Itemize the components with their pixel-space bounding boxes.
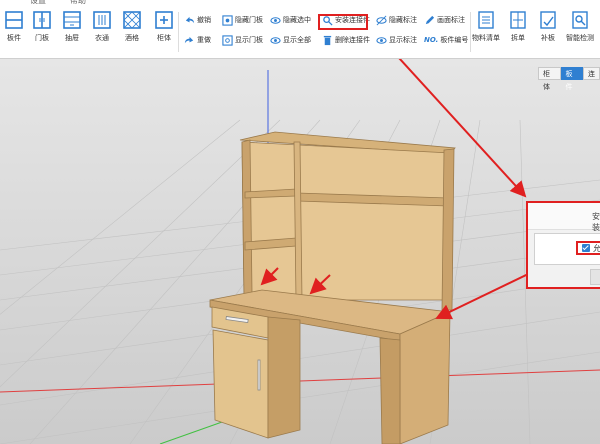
panel-tool-button[interactable]: 板件	[0, 8, 28, 52]
hide-door-label: 隐藏门板	[235, 16, 263, 24]
wardrobe-rail-tool-button[interactable]: 衣通	[88, 8, 116, 52]
show-all-button[interactable]: 显示全部	[270, 33, 311, 47]
wine-rack-tool-button[interactable]: 酒格	[118, 8, 146, 52]
redo-icon	[184, 36, 194, 43]
viewport-3d[interactable]	[0, 0, 600, 444]
add-cabinet-icon	[155, 11, 173, 29]
show-dimension-icon	[376, 36, 387, 44]
install-connector-highlight	[318, 14, 368, 30]
drawer-label: 抽屉	[65, 34, 79, 42]
view-mode-tabs: 柜体 板件 连	[538, 67, 600, 91]
door-panel-tool-button[interactable]: 门板	[28, 8, 56, 52]
toolbar-divider	[470, 12, 471, 52]
hide-dimension-icon	[376, 15, 387, 25]
show-door-button[interactable]: 显示门板	[222, 33, 263, 47]
smart-check-button[interactable]: 智能检测	[566, 8, 594, 52]
wardrobe-rail-icon	[93, 11, 111, 29]
wine-rack-icon	[123, 11, 141, 29]
patch-panel-icon	[540, 11, 556, 29]
number-icon: NO.	[424, 36, 439, 44]
split-order-label: 拆单	[511, 34, 525, 42]
trash-icon	[323, 35, 332, 45]
wardrobe-rail-label: 衣通	[95, 34, 109, 42]
checkbox-checked-icon	[582, 244, 590, 252]
patch-panel-label: 补板	[541, 34, 555, 42]
hide-door-icon	[222, 14, 233, 26]
toolbar-divider	[178, 12, 179, 52]
drawer-icon	[63, 11, 81, 29]
hide-dimension-button[interactable]: 隐藏标注	[376, 13, 417, 27]
tab-connector[interactable]: 连	[583, 67, 600, 80]
split-order-button[interactable]: 拆单	[504, 8, 532, 52]
undo-label: 撤销	[197, 16, 211, 24]
add-cabinet-label: 柜体	[157, 34, 171, 42]
panel-number-label: 板件编号	[440, 36, 469, 44]
show-all-label: 显示全部	[283, 36, 311, 44]
eye-icon	[270, 36, 281, 44]
door-panel-icon	[33, 11, 51, 29]
wine-rack-label: 酒格	[125, 34, 139, 42]
door-panel-label: 门板	[35, 34, 49, 42]
delete-connector-button[interactable]: 删除连接件	[322, 33, 370, 47]
delete-connector-label: 删除连接件	[335, 36, 370, 44]
hide-dimension-label: 隐藏标注	[389, 16, 417, 24]
dialog-title: 安装	[592, 212, 600, 232]
smart-check-label: 智能检测	[566, 34, 594, 42]
pen-icon	[425, 15, 435, 24]
add-cabinet-tool-button[interactable]: 柜体	[150, 8, 178, 52]
allow-checkbox[interactable]: 允	[576, 241, 600, 255]
draw-annotation-label: 画面标注	[437, 16, 465, 24]
panel-icon	[5, 11, 23, 29]
checkbox-label: 允	[593, 244, 600, 253]
split-order-icon	[510, 11, 526, 29]
panel-label: 板件	[7, 34, 21, 42]
eye-icon	[270, 16, 281, 24]
drawer-tool-button[interactable]: 抽屉	[58, 8, 86, 52]
undo-icon	[185, 16, 195, 23]
material-list-icon	[478, 11, 494, 29]
show-door-label: 显示门板	[235, 36, 263, 44]
main-toolbar: 板件 门板 抽屉 衣通 酒格 柜体 撤销 重做 隐藏门板 显示门板 隐藏选中 显…	[0, 6, 600, 59]
hide-selected-button[interactable]: 隐藏选中	[270, 13, 311, 27]
redo-button[interactable]: 重做	[184, 33, 211, 47]
tab-cabinet[interactable]: 柜体	[538, 67, 561, 91]
material-list-button[interactable]: 物料清单	[472, 8, 500, 52]
show-dimension-label: 显示标注	[389, 36, 417, 44]
tab-panel[interactable]: 板件	[560, 67, 583, 91]
undo-button[interactable]: 撤销	[184, 13, 211, 27]
show-door-icon	[222, 34, 233, 46]
show-dimension-button[interactable]: 显示标注	[376, 33, 417, 47]
draw-annotation-button[interactable]: 画面标注	[424, 13, 465, 27]
redo-label: 重做	[197, 36, 211, 44]
dialog-ok-button[interactable]	[590, 269, 600, 285]
smart-check-icon	[572, 11, 588, 29]
hide-door-button[interactable]: 隐藏门板	[222, 13, 263, 27]
dialog-header: 安装	[528, 203, 600, 232]
panel-number-button[interactable]: NO. 板件编号	[424, 33, 468, 47]
patch-panel-button[interactable]: 补板	[534, 8, 562, 52]
material-list-label: 物料清单	[472, 34, 500, 42]
hide-selected-label: 隐藏选中	[283, 16, 311, 24]
